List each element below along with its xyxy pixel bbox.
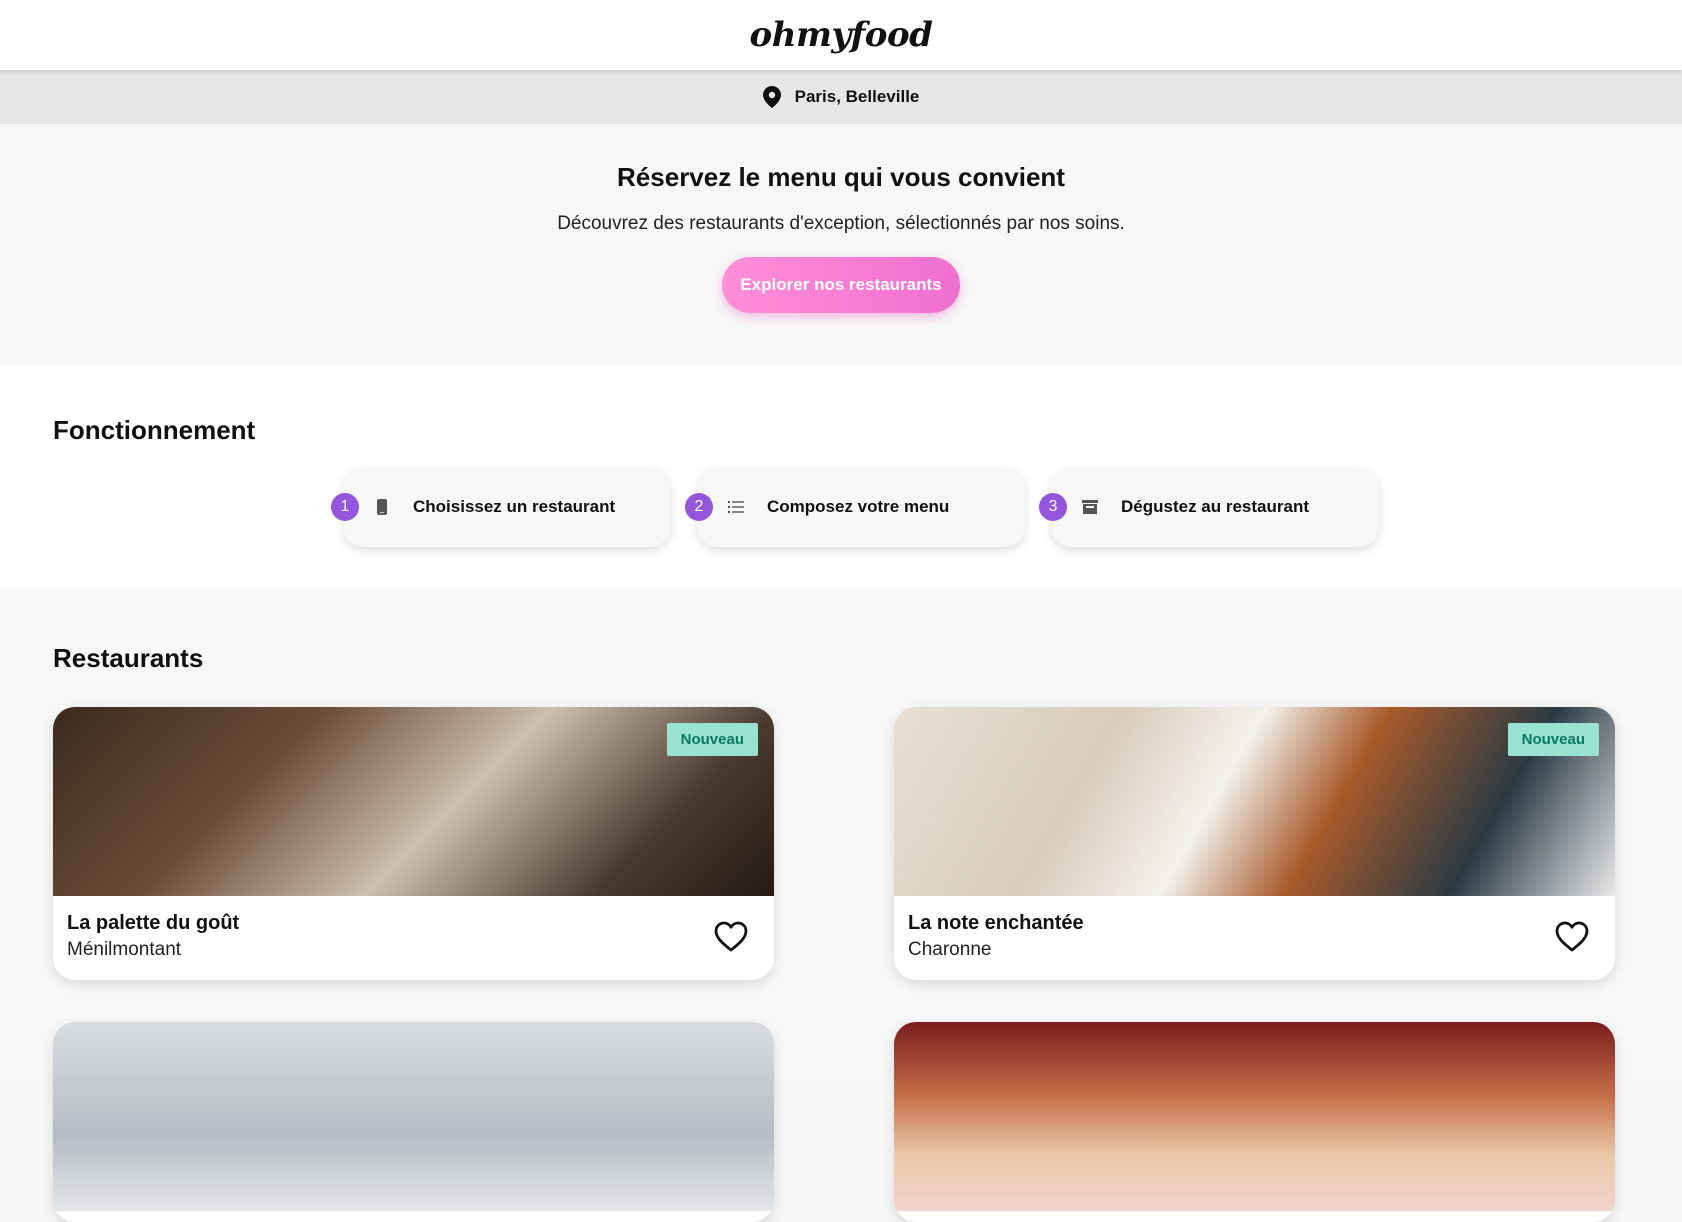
step-label: Dégustez au restaurant	[1121, 497, 1309, 516]
step-card-2[interactable]: 2 Composez votre menu	[685, 467, 1025, 547]
step-number-badge: 1	[331, 493, 359, 521]
hero-section: Réservez le menu qui vous convient Décou…	[0, 124, 1682, 365]
step-number-badge: 2	[685, 493, 713, 521]
restaurant-card[interactable]: Nouveau La palette du goût Ménilmontant	[53, 707, 774, 980]
restaurants-section-title: Restaurants	[53, 643, 204, 673]
how-section-title: Fonctionnement	[53, 415, 256, 445]
step-card-1[interactable]: 1 Choisissez un restaurant	[331, 467, 671, 547]
site-logo[interactable]: ohmyfood	[750, 15, 933, 55]
explore-restaurants-button[interactable]: Explorer nos restaurants	[722, 257, 960, 313]
restaurant-card[interactable]: Nouveau La note enchantée Charonne	[894, 707, 1615, 980]
restaurant-cards: Nouveau La palette du goût Ménilmontant …	[53, 707, 1615, 1222]
step-label: Composez votre menu	[767, 497, 950, 516]
restaurant-card[interactable]	[894, 1022, 1615, 1222]
location-text: Paris, Belleville	[794, 87, 920, 106]
restaurant-area: Charonne	[908, 939, 992, 960]
restaurant-name: La note enchantée	[908, 912, 1084, 934]
phone-icon	[377, 499, 387, 515]
list-icon	[728, 501, 744, 513]
heart-icon[interactable]	[714, 921, 748, 953]
hero-subtitle: Découvrez des restaurants d'exception, s…	[557, 213, 1125, 234]
site-header: ohmyfood	[0, 0, 1682, 70]
restaurant-card-body: La palette du goût Ménilmontant	[53, 896, 774, 961]
step-card-3[interactable]: 3 Dégustez au restaurant	[1039, 467, 1379, 547]
heart-icon[interactable]	[1555, 921, 1589, 953]
location-bar: Paris, Belleville	[0, 70, 1682, 124]
how-it-works-section: Fonctionnement 1 Choisissez un restauran…	[0, 365, 1682, 589]
store-icon	[1082, 500, 1098, 514]
restaurant-area: Ménilmontant	[67, 939, 182, 960]
location-pin-icon	[762, 86, 781, 108]
restaurant-image: Nouveau	[894, 707, 1615, 896]
restaurant-image	[53, 1022, 774, 1211]
new-badge: Nouveau	[1507, 723, 1599, 756]
hero-title: Réservez le menu qui vous convient	[617, 162, 1065, 192]
restaurants-section: Restaurants Nouveau La palette du goût M…	[0, 589, 1682, 1222]
step-number-badge: 3	[1039, 493, 1067, 521]
new-badge: Nouveau	[666, 723, 758, 756]
restaurant-card[interactable]	[53, 1022, 774, 1222]
restaurant-card-body: La note enchantée Charonne	[894, 896, 1615, 961]
restaurant-image	[894, 1022, 1615, 1211]
restaurant-name: La palette du goût	[67, 912, 240, 934]
steps-list: 1 Choisissez un restaurant 2 Composez vo…	[331, 467, 1379, 547]
step-label: Choisissez un restaurant	[413, 497, 616, 516]
restaurant-image: Nouveau	[53, 707, 774, 896]
